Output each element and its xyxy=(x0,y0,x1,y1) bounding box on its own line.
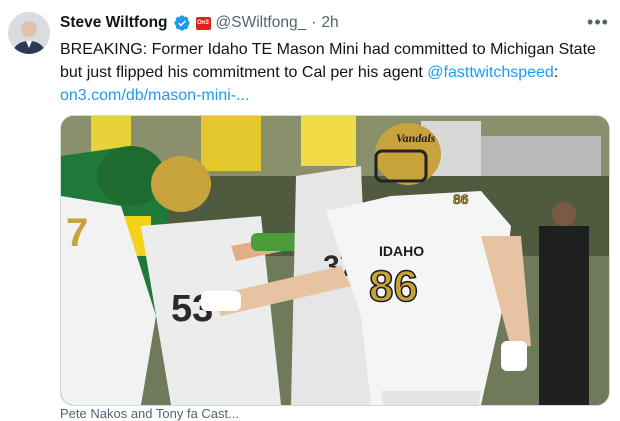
tweet-timestamp[interactable]: 2h xyxy=(321,14,338,32)
footer-partial-text: Pete Nakos and Tony fa Cast... xyxy=(60,406,239,421)
author-name[interactable]: Steve Wiltfong xyxy=(60,14,168,32)
affiliation-badge-icon[interactable]: On3 xyxy=(195,16,211,30)
helmet-logo-text: Vandals xyxy=(396,131,436,145)
jersey-number: 86 xyxy=(369,262,418,311)
article-link[interactable]: on3.com/db/mason-mini-... xyxy=(60,87,249,104)
author-handle[interactable]: @SWiltfong_ xyxy=(216,14,307,32)
football-photo: 7 53 37 Vandals IDAHO 86 86 xyxy=(61,116,609,405)
tweet-colon: : xyxy=(553,64,559,81)
separator-dot: · xyxy=(311,14,317,31)
tweet-text: BREAKING: Former Idaho TE Mason Mini had… xyxy=(60,38,610,107)
avatar[interactable] xyxy=(8,12,50,54)
tweet-media-photo[interactable]: 7 53 37 Vandals IDAHO 86 86 xyxy=(60,115,610,406)
tweet-header: Steve Wiltfong On3 @SWiltfong_ · 2h xyxy=(60,12,339,34)
mention-link[interactable]: @fasttwitchspeed xyxy=(427,64,554,81)
avatar-image xyxy=(8,12,50,54)
verified-badge-icon xyxy=(173,14,191,32)
more-options-icon[interactable]: ••• xyxy=(587,12,608,32)
svg-text:86: 86 xyxy=(453,191,469,207)
opponent-number-3: 7 xyxy=(66,211,88,255)
jersey-team-name: IDAHO xyxy=(379,243,424,259)
